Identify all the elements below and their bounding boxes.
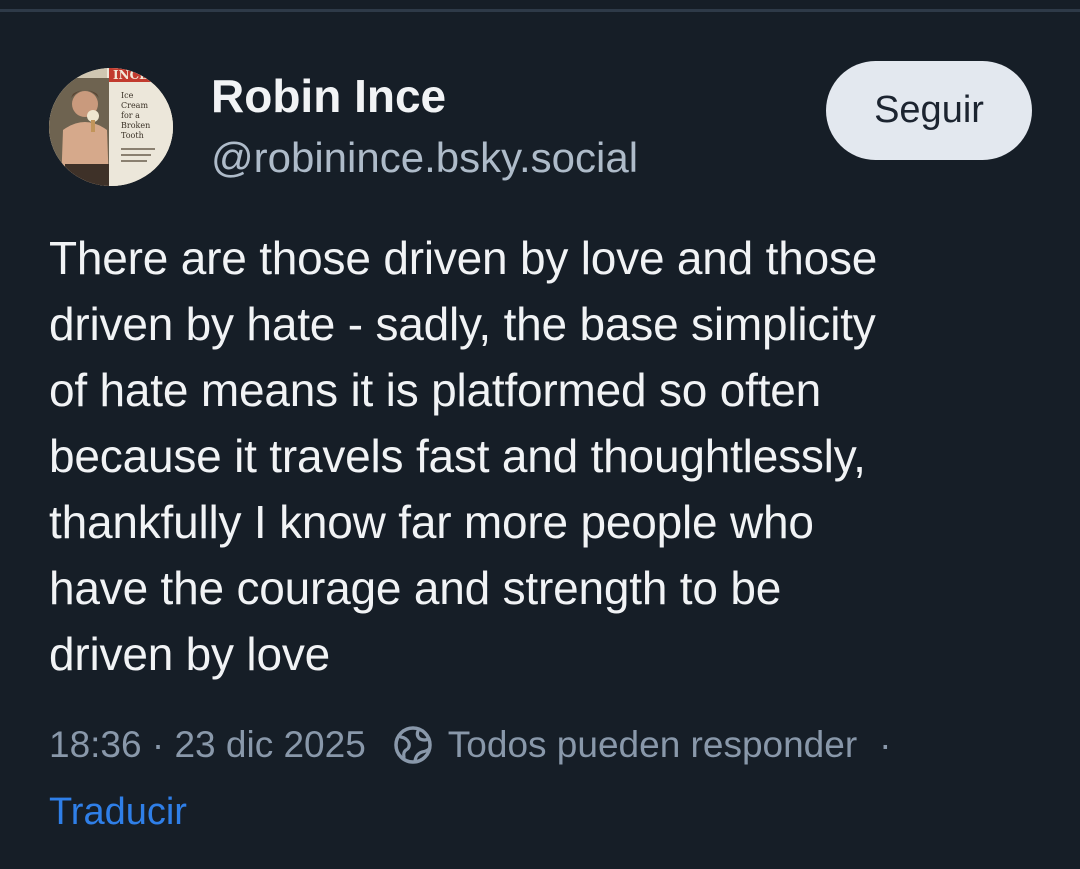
post-text-line: of hate means it is platformed so often bbox=[49, 364, 822, 416]
svg-text:INCE: INCE bbox=[113, 68, 148, 82]
post-text: There are those driven by love and those… bbox=[49, 225, 1049, 687]
avatar-text-line-5: Tooth bbox=[121, 131, 144, 140]
author-handle[interactable]: @robinince.bsky.social bbox=[211, 132, 638, 184]
post-timestamp[interactable]: 18:36 · 23 dic 2025 bbox=[49, 724, 366, 766]
avatar-text-line-2: Cream bbox=[121, 101, 148, 110]
avatar[interactable]: INCE Ice Cream for a Broken Tooth bbox=[49, 68, 173, 186]
avatar-text-line-4: Broken bbox=[121, 121, 150, 130]
post-text-line: driven by hate - sadly, the base simplic… bbox=[49, 298, 876, 350]
translate-link[interactable]: Traducir bbox=[49, 788, 187, 836]
avatar-image: INCE Ice Cream for a Broken Tooth bbox=[49, 68, 173, 186]
avatar-text-line-3: for a bbox=[121, 111, 140, 120]
follow-button[interactable]: Seguir bbox=[826, 61, 1032, 160]
top-divider bbox=[0, 9, 1080, 12]
post-text-line: driven by love bbox=[49, 628, 331, 680]
post-meta: 18:36 · 23 dic 2025 Todos pueden respond… bbox=[49, 721, 892, 769]
avatar-text-line-1: Ice bbox=[121, 91, 134, 100]
post-text-line: because it travels fast and thoughtlessl… bbox=[49, 430, 866, 482]
post-text-line: There are those driven by love and those bbox=[49, 232, 878, 284]
post-text-line: have the courage and strength to be bbox=[49, 562, 782, 614]
globe-icon bbox=[392, 724, 434, 766]
author-display-name[interactable]: Robin Ince bbox=[211, 68, 446, 124]
reply-setting[interactable]: Todos pueden responder bbox=[448, 724, 857, 766]
post-text-line: thankfully I know far more people who bbox=[49, 496, 814, 548]
meta-separator: · bbox=[879, 724, 892, 765]
